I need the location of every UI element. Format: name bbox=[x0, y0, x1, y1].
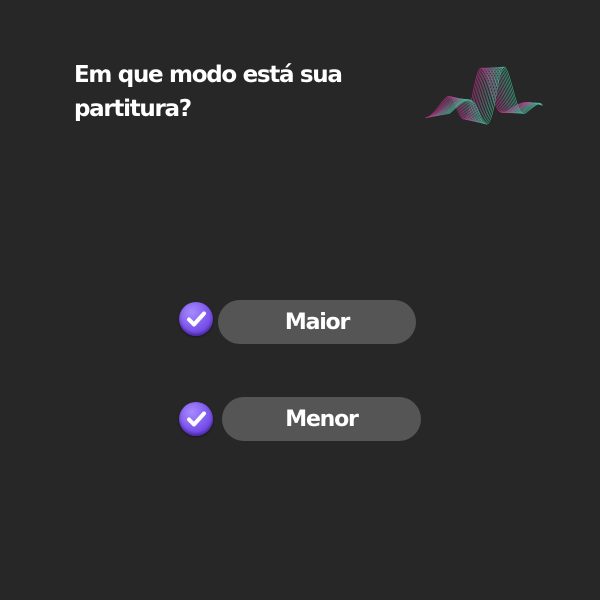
option-menor-button[interactable]: Menor bbox=[222, 397, 421, 441]
check-icon bbox=[179, 302, 213, 336]
option-maior-label: Maior bbox=[284, 309, 350, 335]
wave-logo-icon bbox=[424, 66, 543, 125]
check-icon bbox=[179, 402, 213, 436]
wave-line bbox=[439, 67, 541, 123]
question-title: Em que modo está sua partitura? bbox=[74, 62, 343, 122]
option-maior-button[interactable]: Maior bbox=[218, 300, 416, 344]
option-menor-label: Menor bbox=[285, 406, 359, 432]
